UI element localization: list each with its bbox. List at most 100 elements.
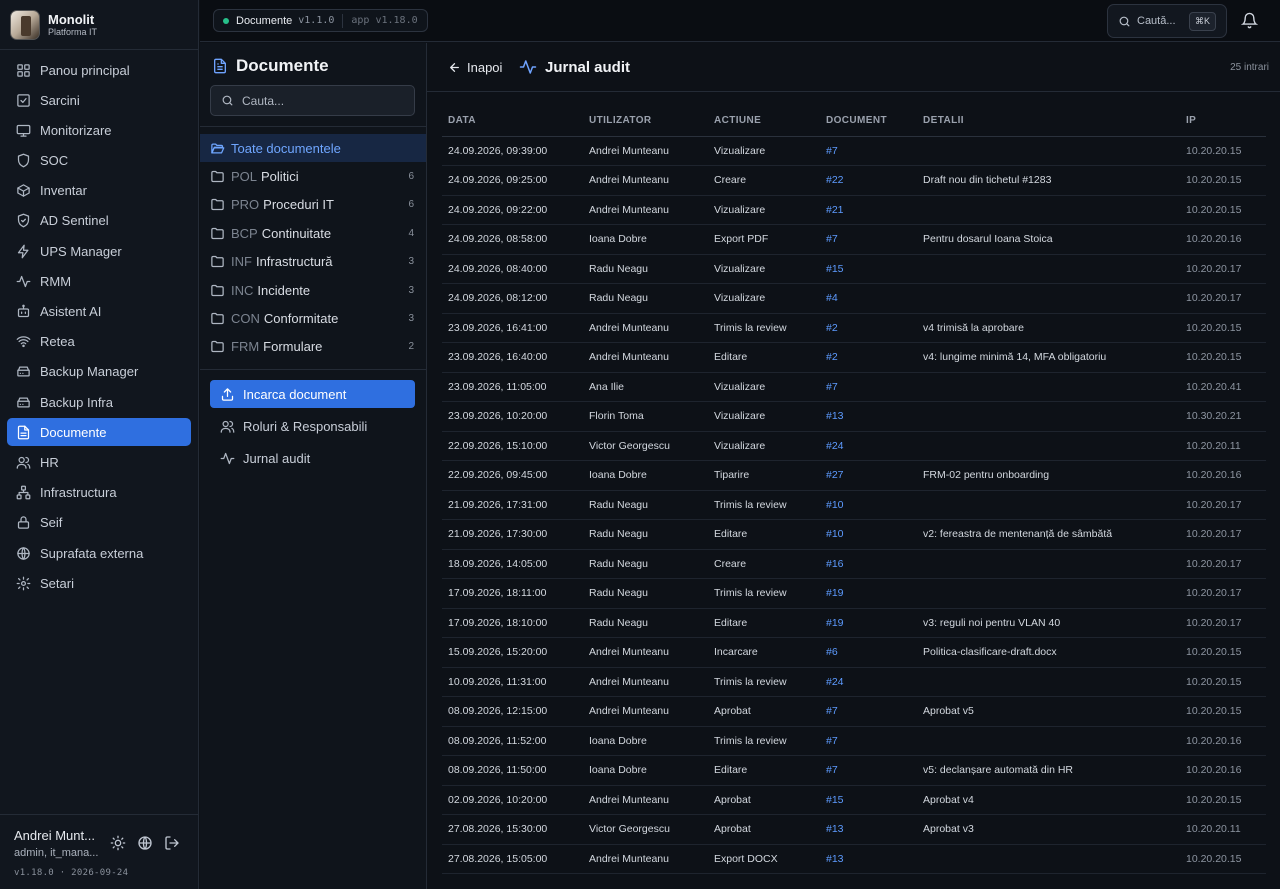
folder-open-icon: [210, 141, 225, 156]
cell-details: v3: reguli noi pentru VLAN 40: [917, 608, 1180, 638]
cell-ip: 10.20.20.16: [1180, 755, 1266, 786]
cell-user: Florin Toma: [583, 401, 708, 432]
sidebar-item-sarcini[interactable]: Sarcini: [7, 86, 191, 114]
cell-user: Andrei Munteanu: [583, 844, 708, 874]
cell-user: Victor Georgescu: [583, 814, 708, 845]
category-infrastructura[interactable]: INF Infrastructură 3: [200, 248, 426, 276]
sidebar-item-asistent-ai[interactable]: Asistent AI: [7, 298, 191, 326]
column-header-utilizator[interactable]: UTILIZATOR: [583, 106, 708, 137]
cell-document-link[interactable]: #13: [820, 401, 917, 432]
audit-log-button[interactable]: Jurnal audit: [210, 444, 415, 472]
sidebar-item-seif[interactable]: Seif: [7, 509, 191, 537]
cell-document-link[interactable]: #24: [820, 667, 917, 697]
sidebar-item-hr[interactable]: HR: [7, 448, 191, 476]
category-conformitate[interactable]: CON Conformitate 3: [200, 304, 426, 332]
cell-document-link[interactable]: #4: [820, 283, 917, 314]
category-label: Continuitate: [261, 225, 332, 241]
roles-responsibles-button[interactable]: Roluri & Responsabili: [210, 412, 415, 440]
sidebar-item-suprafata-externa[interactable]: Suprafata externa: [7, 539, 191, 567]
brand[interactable]: Monolit Platforma IT: [0, 0, 198, 50]
search-icon: [221, 94, 234, 107]
bot-icon: [16, 304, 31, 319]
column-header-data[interactable]: DATA: [442, 106, 583, 137]
table-row: 21.09.2026, 17:30:00 Radu Neagu Editare #10…: [442, 519, 1266, 550]
cell-document-link[interactable]: #21: [820, 195, 917, 225]
cell-details: [917, 490, 1180, 520]
cell-document-link[interactable]: #24: [820, 431, 917, 461]
cell-user: Andrei Munteanu: [583, 313, 708, 343]
cell-document-link[interactable]: #7: [820, 696, 917, 727]
category-count: 2: [408, 341, 414, 353]
cell-document-link[interactable]: #15: [820, 785, 917, 815]
cell-details: [917, 844, 1180, 874]
cell-document-link[interactable]: #13: [820, 844, 917, 874]
category-proceduri-it[interactable]: PRO Proceduri IT 6: [200, 191, 426, 219]
cell-document-link[interactable]: #7: [820, 136, 917, 166]
sidebar-item-setari[interactable]: Setari: [7, 569, 191, 597]
cell-document-link[interactable]: #2: [820, 313, 917, 343]
sidebar-item-retea[interactable]: Retea: [7, 328, 191, 356]
logout-icon[interactable]: [164, 835, 180, 851]
cell-action: Export PDF: [708, 224, 820, 255]
cell-date: 10.09.2026, 11:31:00: [442, 667, 583, 697]
column-header-detalii[interactable]: DETALII: [917, 106, 1180, 137]
cell-ip: 10.20.20.16: [1180, 224, 1266, 255]
sidebar-item-panou-principal[interactable]: Panou principal: [7, 56, 191, 84]
cell-date: 08.09.2026, 12:15:00: [442, 696, 583, 727]
category-politici[interactable]: POL Politici 6: [200, 162, 426, 190]
notifications-bell-icon[interactable]: [1241, 12, 1258, 29]
cell-document-link[interactable]: #7: [820, 755, 917, 786]
sidebar-item-documente[interactable]: Documente: [7, 418, 191, 447]
theme-toggle-icon[interactable]: [110, 835, 126, 851]
documents-search[interactable]: [210, 85, 415, 116]
cell-document-link[interactable]: #19: [820, 608, 917, 638]
cell-details: Pentru dosarul Ioana Stoica: [917, 224, 1180, 255]
cell-user: Radu Neagu: [583, 283, 708, 314]
category-continuitate[interactable]: BCP Continuitate 4: [200, 219, 426, 247]
back-button[interactable]: Inapoi: [448, 60, 502, 75]
cell-document-link[interactable]: #2: [820, 342, 917, 373]
cell-document-link[interactable]: #10: [820, 519, 917, 550]
documents-search-input[interactable]: [242, 93, 402, 108]
cell-ip: 10.20.20.17: [1180, 519, 1266, 550]
category-incidente[interactable]: INC Incidente 3: [200, 276, 426, 304]
cell-document-link[interactable]: #10: [820, 490, 917, 520]
cell-details: v4 trimisă la aprobare: [917, 313, 1180, 343]
sidebar-item-backup-manager[interactable]: Backup Manager: [7, 358, 191, 386]
sidebar-item-backup-infra[interactable]: Backup Infra: [7, 388, 191, 416]
cell-document-link[interactable]: #13: [820, 814, 917, 845]
sidebar-item-monitorizare[interactable]: Monitorizare: [7, 116, 191, 144]
sidebar-item-infrastructura[interactable]: Infrastructura: [7, 479, 191, 507]
sidebar-item-inventar[interactable]: Inventar: [7, 177, 191, 205]
sidebar-item-ups-manager[interactable]: UPS Manager: [7, 237, 191, 265]
global-search-button[interactable]: Caută... ⌘K: [1107, 4, 1227, 38]
cell-details: [917, 254, 1180, 284]
module-version-pill: Documente v1.1.0 app v1.18.0: [213, 9, 428, 32]
cell-document-link[interactable]: #16: [820, 549, 917, 579]
pulse-icon: [16, 274, 31, 289]
column-header-actiune[interactable]: ACTIUNE: [708, 106, 820, 137]
cell-ip: 10.20.20.15: [1180, 165, 1266, 196]
category-formulare[interactable]: FRM Formulare 2: [200, 333, 426, 361]
sidebar-item-rmm[interactable]: RMM: [7, 267, 191, 295]
category-toate-documentele[interactable]: Toate documentele: [200, 134, 426, 163]
sidebar-item-soc[interactable]: SOC: [7, 147, 191, 175]
cell-action: Creare: [708, 165, 820, 196]
sidebar-item-ad-sentinel[interactable]: AD Sentinel: [7, 207, 191, 235]
user-name[interactable]: Andrei Munt...: [14, 828, 95, 843]
cell-document-link[interactable]: #7: [820, 726, 917, 756]
cell-document-link[interactable]: #7: [820, 372, 917, 402]
cell-document-link[interactable]: #15: [820, 254, 917, 284]
cell-document-link[interactable]: #7: [820, 224, 917, 255]
language-globe-icon[interactable]: [137, 835, 153, 851]
column-header-document[interactable]: DOCUMENT: [820, 106, 917, 137]
table-row: 17.09.2026, 18:11:00 Radu Neagu Trimis la …: [442, 578, 1266, 609]
cell-user: Ioana Dobre: [583, 755, 708, 786]
category-code: INF: [231, 254, 252, 270]
cell-document-link[interactable]: #27: [820, 460, 917, 491]
cell-document-link[interactable]: #22: [820, 165, 917, 196]
cell-document-link[interactable]: #6: [820, 637, 917, 668]
upload-document-button[interactable]: Incarca document: [210, 380, 415, 408]
cell-document-link[interactable]: #19: [820, 578, 917, 609]
column-header-ip[interactable]: IP: [1180, 106, 1266, 137]
